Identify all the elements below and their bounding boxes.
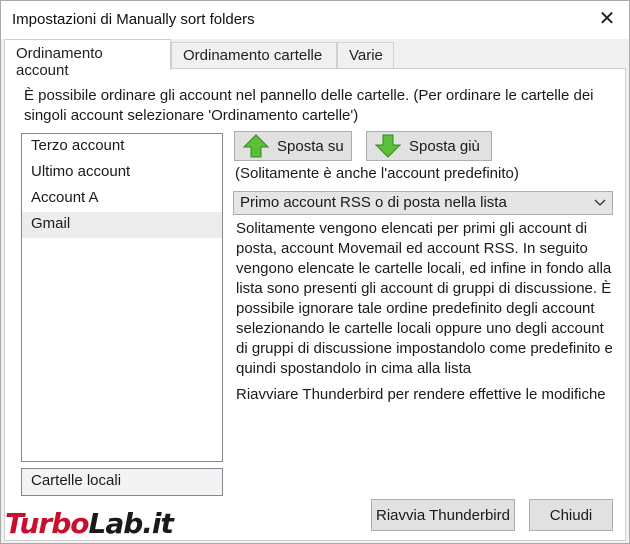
tab-misc[interactable]: Varie — [337, 42, 394, 69]
window-title: Impostazioni di Manually sort folders — [12, 11, 255, 28]
restart-thunderbird-button[interactable]: Riavvia Thunderbird — [371, 499, 515, 531]
list-item[interactable]: Ultimo account — [22, 160, 222, 186]
intro-text: È possibile ordinare gli account nel pan… — [24, 87, 594, 124]
tab-panel: È possibile ordinare gli account nel pan… — [4, 68, 626, 541]
tab-account-order[interactable]: Ordinamento account — [4, 39, 171, 79]
description-text: Solitamente vengono elencati per primi g… — [236, 220, 613, 377]
tab-bar: Ordinamento account Ordinamento cartelle… — [1, 39, 629, 79]
close-icon[interactable]: ✕ — [597, 9, 617, 29]
watermark-part2: Lab.it — [88, 507, 174, 540]
watermark-part1: Turbo — [5, 507, 90, 540]
move-up-label: Sposta su — [277, 137, 344, 155]
local-folders-button[interactable]: Cartelle locali — [21, 468, 223, 496]
position-select[interactable]: Primo account RSS o di posta nella lista — [233, 191, 613, 215]
account-list[interactable]: Terzo account Ultimo account Account A G… — [21, 133, 223, 462]
title-bar: Impostazioni di Manually sort folders ✕ — [1, 1, 629, 39]
select-value: Primo account RSS o di posta nella lista — [240, 194, 507, 211]
chevron-down-icon — [594, 199, 606, 206]
move-down-label: Sposta giù — [409, 137, 480, 155]
default-account-hint: (Solitamente è anche l'account predefini… — [235, 165, 519, 182]
list-item[interactable]: Terzo account — [22, 134, 222, 160]
arrow-up-icon — [243, 134, 269, 158]
restart-note: Riavviare Thunderbird per rendere effett… — [236, 386, 606, 403]
tab-folder-order[interactable]: Ordinamento cartelle — [171, 42, 337, 69]
list-item-selected[interactable]: Gmail — [22, 212, 222, 238]
move-up-button[interactable]: Sposta su — [234, 131, 352, 161]
watermark-logo: TurboLab.it — [5, 507, 174, 541]
list-item[interactable]: Account A — [22, 186, 222, 212]
close-button[interactable]: Chiudi — [529, 499, 613, 531]
settings-dialog: Impostazioni di Manually sort folders ✕ … — [0, 0, 630, 544]
arrow-down-icon — [375, 134, 401, 158]
move-down-button[interactable]: Sposta giù — [366, 131, 492, 161]
